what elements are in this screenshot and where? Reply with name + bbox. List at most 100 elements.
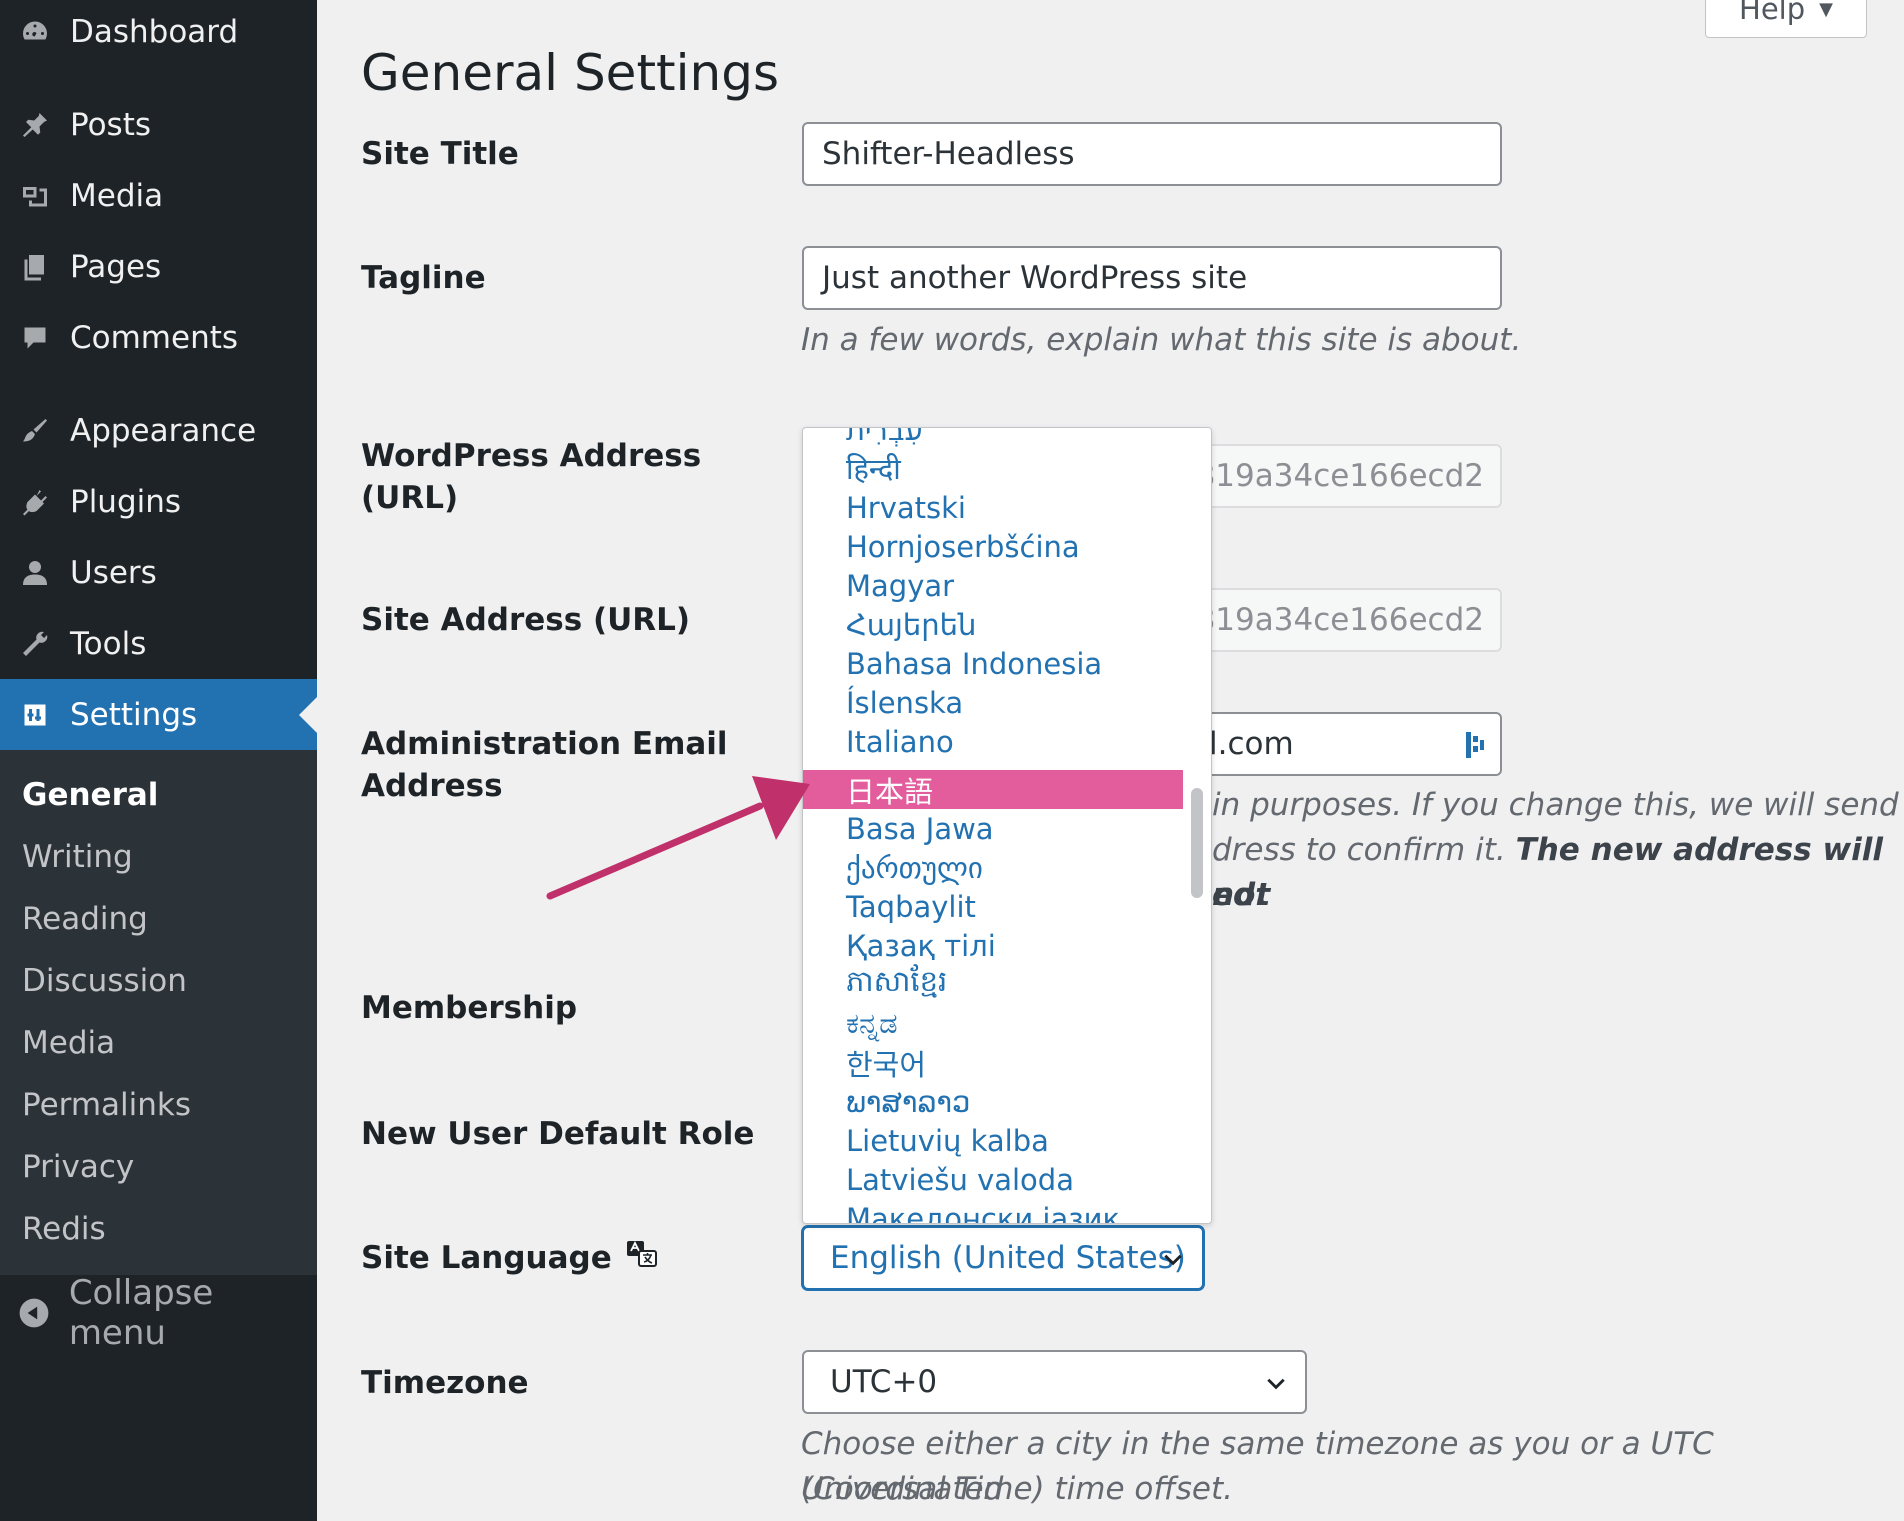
dropdown-scrollbar[interactable] [1183, 428, 1211, 1223]
page-title: General Settings [361, 43, 780, 102]
language-option[interactable]: Հայերեն [803, 605, 1183, 644]
menu-item-plugins[interactable]: Plugins [0, 466, 317, 537]
language-option[interactable]: Македонски јазик [803, 1199, 1183, 1224]
membership-label: Membership [361, 990, 578, 1026]
site-address-label: Site Address (URL) [361, 602, 691, 638]
language-option[interactable]: Íslenska [803, 683, 1183, 722]
help-button[interactable]: Help ▼ [1705, 0, 1867, 38]
language-dropdown-list[interactable]: עִבְרִית हिन्दी Hrvatski Hornjoserbšćina… [802, 427, 1212, 1224]
wp-address-label-line1: WordPress Address [361, 438, 702, 474]
wp-address-label-line2: (URL) [361, 480, 459, 516]
wp-address-label: WordPress Address (URL) [361, 435, 701, 519]
default-role-label: New User Default Role [361, 1116, 755, 1152]
menu-label: Pages [70, 248, 162, 285]
submenu-redis[interactable]: Redis [22, 1211, 106, 1247]
language-option[interactable]: 한국어 [803, 1043, 1183, 1082]
menu-label: Users [70, 554, 157, 591]
language-option[interactable]: Basa Jawa [803, 809, 1183, 848]
timezone-select[interactable]: UTC+0 [802, 1350, 1307, 1414]
wp-address-value: 3819a34ce166ecd2 [1175, 458, 1484, 494]
language-option[interactable]: हिन्दी [803, 449, 1183, 488]
submenu-media[interactable]: Media [22, 1025, 115, 1061]
brush-icon [0, 416, 70, 446]
site-title-input[interactable]: Shifter-Headless [802, 122, 1502, 186]
menu-item-settings[interactable]: Settings [0, 679, 317, 750]
menu-label: Plugins [70, 483, 182, 520]
menu-item-appearance[interactable]: Appearance [0, 395, 317, 466]
timezone-value: UTC+0 [830, 1364, 938, 1400]
plugin-icon [0, 487, 70, 517]
site-title-value: Shifter-Headless [822, 136, 1075, 172]
admin-email-label-line1: Administration Email [361, 726, 728, 762]
language-option[interactable]: Bahasa Indonesia [803, 644, 1183, 683]
menu-item-posts[interactable]: Posts [0, 89, 317, 160]
settings-icon [0, 700, 70, 730]
admin-email-desc-plain: dress to confirm it. [1212, 832, 1516, 868]
tagline-input[interactable]: Just another WordPress site [802, 246, 1502, 310]
user-icon [0, 558, 70, 588]
media-icon [0, 181, 70, 211]
admin-sidebar: Dashboard Posts Media Pages Comments App… [0, 0, 317, 1521]
collapse-menu-button[interactable]: Collapse menu [0, 1273, 317, 1353]
language-option[interactable]: Hrvatski [803, 488, 1183, 527]
wrench-icon [0, 629, 70, 659]
submenu-general[interactable]: General [22, 777, 158, 813]
menu-item-pages[interactable]: Pages [0, 231, 317, 302]
site-address-value: 3819a34ce166ecd2 [1175, 602, 1484, 638]
menu-label: Comments [70, 319, 239, 356]
site-language-label-row: Site Language [361, 1237, 658, 1279]
chevron-down-icon [1267, 1378, 1285, 1390]
dropdown-scroll-thumb[interactable] [1191, 788, 1203, 898]
collapse-arrow-icon [0, 1297, 69, 1329]
tagline-description: In a few words, explain what this site i… [801, 322, 1522, 358]
language-option[interactable]: ქართული [803, 848, 1183, 887]
password-manager-icon[interactable] [1464, 730, 1486, 760]
collapse-label: Collapse menu [68, 1273, 214, 1353]
pin-icon [0, 110, 70, 140]
admin-email-value: l.com [1209, 726, 1294, 762]
language-option[interactable]: Қазақ тілі [803, 926, 1183, 965]
language-option[interactable]: Lietuvių kalba [803, 1121, 1183, 1160]
menu-label: Appearance [70, 412, 257, 449]
language-option[interactable]: ಕನ್ನಡ [803, 1004, 1183, 1043]
comment-icon [0, 323, 70, 353]
submenu-discussion[interactable]: Discussion [22, 963, 187, 999]
settings-submenu: General Writing Reading Discussion Media… [0, 750, 317, 1275]
timezone-label: Timezone [361, 1365, 529, 1401]
dashboard-icon [0, 17, 70, 47]
tagline-value: Just another WordPress site [822, 260, 1248, 296]
menu-label: Posts [70, 106, 152, 143]
site-title-label: Site Title [361, 136, 519, 172]
menu-item-comments[interactable]: Comments [0, 302, 317, 373]
submenu-privacy[interactable]: Privacy [22, 1149, 134, 1185]
admin-email-desc-line3: ed. [1212, 877, 1267, 913]
admin-email-desc-line2: dress to confirm it. The new address wil… [1212, 828, 1904, 918]
menu-item-dashboard[interactable]: Dashboard [0, 0, 317, 67]
admin-email-desc-line1: in purposes. If you change this, we will… [1212, 787, 1899, 823]
timezone-desc-line2: Universal Time) time offset. [801, 1471, 1233, 1507]
language-option[interactable]: Taqbaylit [803, 887, 1183, 926]
translation-icon [626, 1237, 658, 1279]
help-label: Help [1739, 0, 1806, 26]
submenu-writing[interactable]: Writing [22, 839, 133, 875]
menu-item-media[interactable]: Media [0, 160, 317, 231]
language-option-highlighted[interactable]: 日本語 [803, 770, 1183, 809]
language-option[interactable]: Latviešu valoda [803, 1160, 1183, 1199]
submenu-permalinks[interactable]: Permalinks [22, 1087, 191, 1123]
menu-item-tools[interactable]: Tools [0, 608, 317, 679]
language-option[interactable]: Hornjoserbšćina [803, 527, 1183, 566]
pages-icon [0, 252, 70, 282]
menu-label: Dashboard [70, 13, 239, 50]
language-option[interactable]: ភាសាខ្មែរ [803, 964, 1183, 1004]
language-option[interactable]: Italiano [803, 722, 1183, 761]
chevron-down-icon [1164, 1254, 1182, 1266]
site-language-select[interactable]: English (United States) [802, 1226, 1204, 1290]
language-option[interactable]: עִבְרִית [803, 428, 1183, 449]
menu-item-users[interactable]: Users [0, 537, 317, 608]
language-option[interactable]: ພາສາລາວ [803, 1082, 1183, 1121]
submenu-reading[interactable]: Reading [22, 901, 148, 937]
site-language-label: Site Language [361, 1240, 612, 1276]
site-language-value: English (United States) [830, 1240, 1186, 1276]
annotation-arrow [546, 776, 810, 900]
language-option[interactable]: Magyar [803, 566, 1183, 605]
